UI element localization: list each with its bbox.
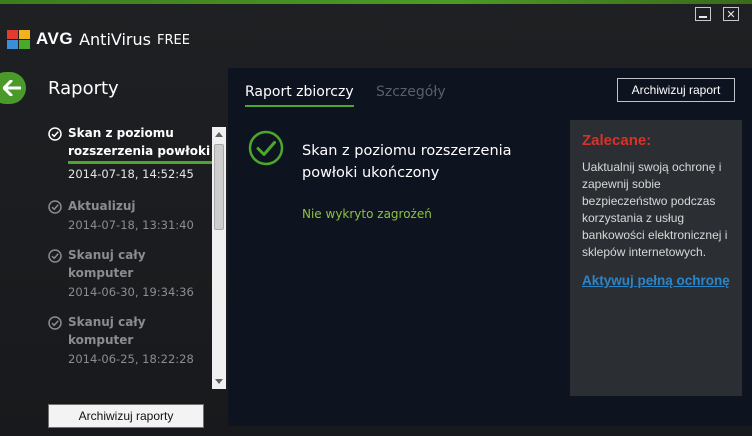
- active-report-underline: [68, 161, 212, 164]
- report-item-update[interactable]: Aktualizuj 2014-07-18, 13:31:40: [46, 197, 212, 234]
- tab-label: Raport zbiorczy: [245, 84, 354, 100]
- active-tab-underline: [245, 105, 354, 107]
- report-item-full-scan[interactable]: Skanuj cały komputer 2014-06-30, 19:34:3…: [46, 246, 212, 301]
- check-circle-icon: [48, 127, 62, 141]
- report-panel: Raport zbiorczy Szczegóły Archiwizuj rap…: [228, 68, 752, 426]
- back-button[interactable]: [0, 72, 26, 104]
- report-title: Skanuj cały komputer: [68, 248, 146, 280]
- recommendation-box: Zalecane: Uaktualnij swoją ochronę i zap…: [570, 120, 742, 396]
- archive-report-button[interactable]: Archiwizuj raport: [617, 78, 735, 102]
- scroll-down-arrow-icon[interactable]: [215, 379, 223, 384]
- activate-full-protection-link[interactable]: Aktywuj pełną ochronę: [582, 271, 730, 290]
- report-date: 2014-06-30, 19:34:36: [68, 285, 194, 299]
- recommendation-title: Zalecane:: [582, 132, 652, 149]
- scrollbar-thumb[interactable]: [214, 144, 224, 230]
- report-title: Skanuj cały komputer: [68, 315, 146, 347]
- app-logo: AVG AntiVirus FREE: [6, 26, 190, 52]
- page-title: Raporty: [48, 78, 119, 99]
- product-name: AntiVirus: [79, 29, 151, 49]
- report-item-shell-scan[interactable]: Skan z poziomu rozszerzenia powłoki 2014…: [46, 124, 212, 183]
- report-date: 2014-07-18, 13:31:40: [68, 218, 194, 232]
- scroll-up-arrow-icon[interactable]: [215, 132, 223, 137]
- product-edition: FREE: [156, 32, 190, 48]
- report-date: 2014-06-25, 18:22:28: [68, 352, 194, 366]
- minimize-icon: [699, 16, 707, 18]
- minimize-button[interactable]: [695, 7, 711, 21]
- tab-details[interactable]: Szczegóły: [376, 84, 446, 100]
- avg-window: AVG AntiVirus FREE ✕ Raporty Skan z pozi…: [0, 0, 752, 436]
- report-title: Aktualizuj: [68, 199, 136, 213]
- close-button[interactable]: ✕: [723, 7, 739, 21]
- check-circle-icon: [48, 249, 62, 263]
- report-item-full-scan[interactable]: Skanuj cały komputer 2014-06-25, 18:22:2…: [46, 313, 212, 368]
- report-list-scrollbar[interactable]: [212, 127, 226, 389]
- report-list: Skan z poziomu rozszerzenia powłoki 2014…: [46, 124, 212, 388]
- brand-name: AVG: [36, 29, 74, 48]
- check-circle-icon: [48, 316, 62, 330]
- recommendation-text: Uaktualnij swoją ochronę i zapewnij sobi…: [582, 160, 728, 259]
- avg-logo-icon: [7, 30, 30, 49]
- close-icon: ✕: [726, 7, 736, 21]
- report-title: Skan z poziomu rozszerzenia powłoki: [68, 126, 211, 158]
- archive-reports-button[interactable]: Archiwizuj raporty: [48, 404, 204, 428]
- check-circle-icon: [48, 200, 62, 214]
- bottom-strip: [228, 426, 752, 436]
- back-arrow-icon: [3, 80, 21, 96]
- scan-result-title: Skan z poziomu rozszerzenia powłoki ukoń…: [302, 143, 512, 181]
- success-check-icon: [248, 130, 284, 166]
- scan-result-status: Nie wykryto zagrożeń: [302, 207, 432, 221]
- top-accent-bar: [0, 0, 752, 4]
- report-date: 2014-07-18, 14:52:45: [68, 167, 194, 181]
- tab-summary-report[interactable]: Raport zbiorczy: [245, 84, 354, 107]
